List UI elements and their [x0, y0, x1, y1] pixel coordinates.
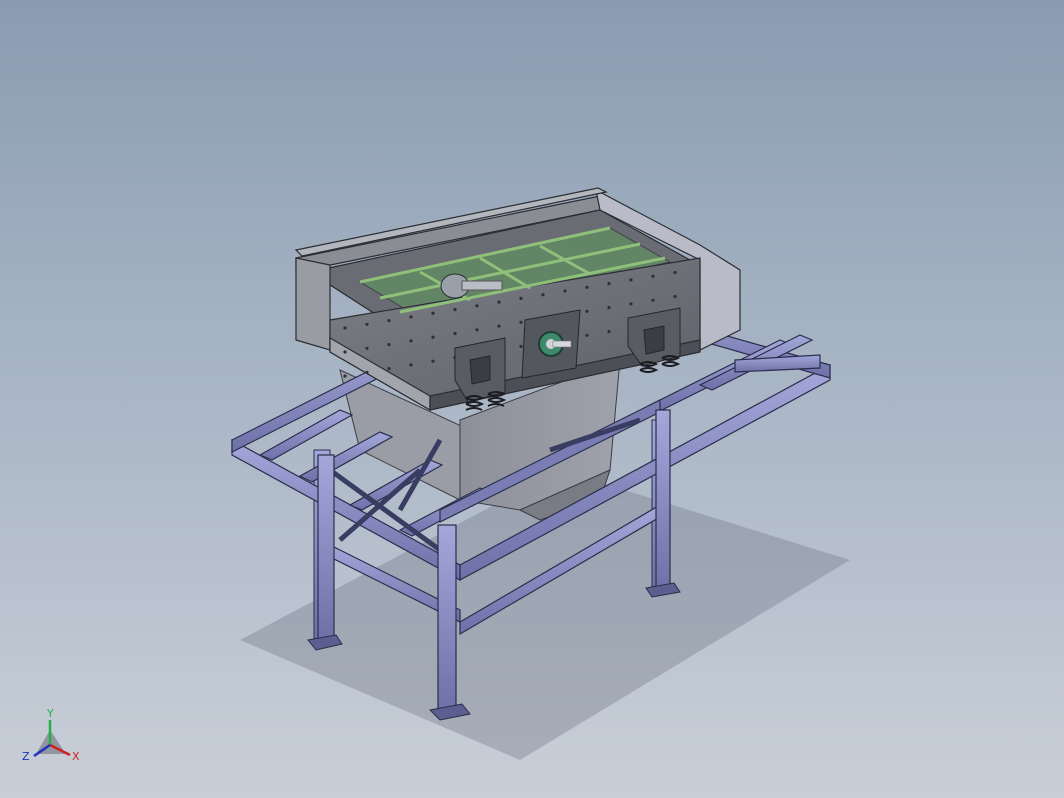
bolt-hole [409, 315, 413, 319]
bolt-hole [387, 367, 391, 371]
z-axis-label: Z [22, 750, 30, 763]
bolt-hole [475, 328, 479, 332]
bolt-hole [409, 339, 413, 343]
bolt-hole [673, 270, 677, 275]
bolt-hole [453, 331, 457, 336]
coordinate-triad[interactable]: Y X Z [22, 707, 80, 763]
bolt-hole [607, 306, 611, 310]
x-axis-label: X [72, 750, 80, 763]
bolt-hole [519, 320, 523, 324]
bolt-hole [431, 335, 435, 339]
bolt-hole [497, 324, 501, 328]
bolt-hole [431, 311, 435, 315]
bolt-hole [343, 374, 347, 378]
bolt-hole [519, 296, 523, 300]
bolt-hole [585, 333, 589, 337]
bolt-hole [673, 294, 677, 299]
bolt-hole [453, 307, 457, 312]
bolt-hole [497, 300, 501, 304]
bolt-hole [519, 344, 523, 348]
bolt-hole [585, 309, 589, 313]
bolt-hole [585, 285, 589, 289]
bolt-hole [651, 274, 655, 278]
bolt-hole [343, 350, 347, 354]
exciter-housing [521, 309, 581, 379]
bolt-hole [365, 346, 369, 350]
bolt-hole [387, 343, 391, 347]
bolt-hole [629, 278, 633, 282]
y-axis-label: Y [46, 707, 54, 720]
bolt-hole [387, 319, 391, 323]
bolt-hole [409, 363, 413, 367]
bolt-hole [431, 359, 435, 363]
bolt-hole [475, 304, 479, 308]
bolt-hole [541, 293, 545, 297]
bolt-hole [629, 302, 633, 306]
bolt-hole [365, 322, 369, 326]
bolt-hole [563, 289, 567, 293]
bolt-hole [607, 282, 611, 286]
bolt-hole [365, 370, 369, 374]
bolt-hole [607, 330, 611, 334]
bolt-hole [343, 326, 347, 330]
bolt-hole [651, 298, 655, 302]
cad-viewport[interactable]: Y X Z [0, 0, 1064, 798]
model-scene[interactable]: Y X Z [0, 0, 1064, 798]
